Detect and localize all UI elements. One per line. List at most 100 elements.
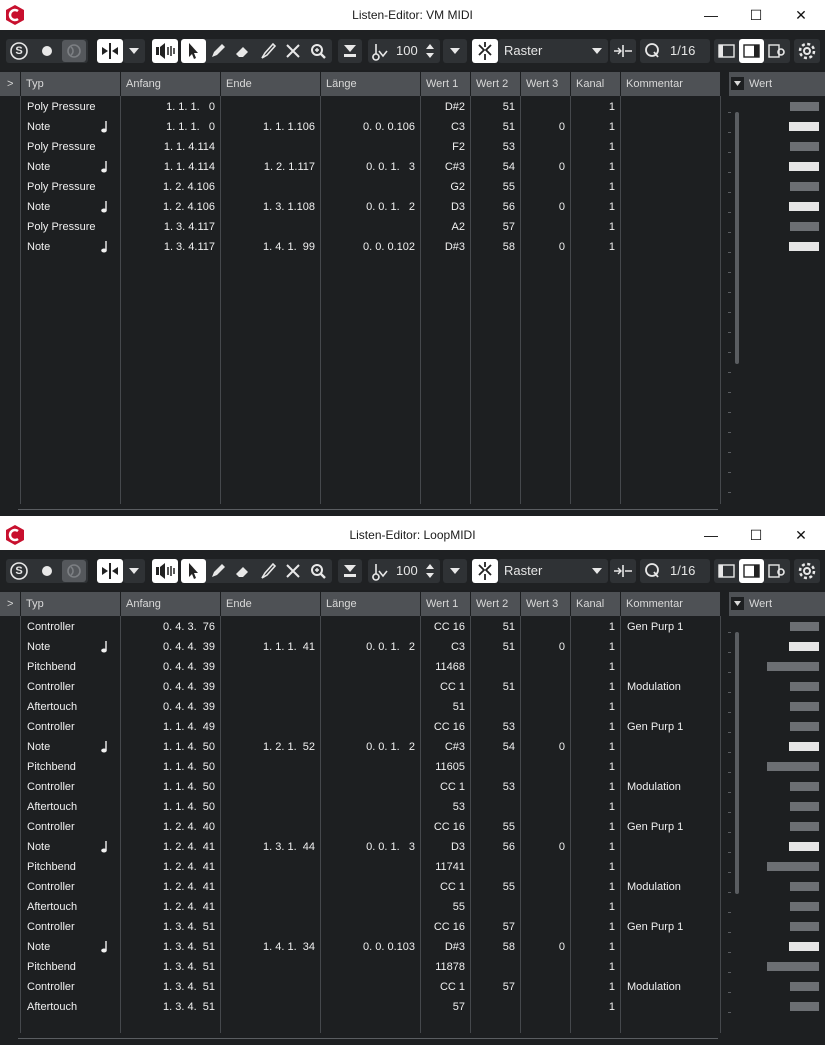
insert-mode-dropdown[interactable] xyxy=(123,39,145,63)
column-header-wert-3[interactable]: Wert 3 xyxy=(521,72,570,96)
event-list[interactable]: Poly Pressure 1. 1. 1. 0 D#2 51 1 Note 1. 1. 1… xyxy=(0,96,721,504)
insert-mode-button[interactable] xyxy=(97,39,123,63)
table-row[interactable]: Note 1. 3. 4.117 1. 4. 1. 99 0. 0. 0.102 D#3… xyxy=(0,237,720,257)
table-row[interactable]: Pitchbend 1. 1. 4. 50 11605 1 xyxy=(0,757,720,777)
velocity-dropdown[interactable] xyxy=(443,39,467,63)
velocity-dropdown[interactable] xyxy=(443,559,467,583)
setup-window-layout-button[interactable] xyxy=(764,39,789,63)
column-header-kanal[interactable]: Kanal xyxy=(571,72,620,96)
value-bar[interactable] xyxy=(790,882,819,891)
value-bar[interactable] xyxy=(790,782,819,791)
table-row[interactable]: Poly Pressure 1. 2. 4.106 G2 55 1 xyxy=(0,177,720,197)
monitor-button[interactable] xyxy=(62,560,86,582)
table-row[interactable]: Poly Pressure 1. 1. 1. 0 D#2 51 1 xyxy=(0,97,720,117)
quantize-presets-control[interactable]: 1/16 xyxy=(640,559,710,583)
table-row[interactable]: Pitchbend 1. 3. 4. 51 11878 1 xyxy=(0,957,720,977)
column-header-l-nge[interactable]: Länge xyxy=(321,72,420,96)
apply-quantize-button[interactable] xyxy=(338,39,362,63)
insert-mode-button[interactable] xyxy=(97,559,123,583)
quantize-presets-control[interactable]: 1/16 xyxy=(640,39,710,63)
table-row[interactable]: Note 1. 2. 4.106 1. 3. 1.108 0. 0. 1. 2 D3 56… xyxy=(0,197,720,217)
table-row[interactable]: Note 1. 2. 4. 41 1. 3. 1. 44 0. 0. 1. 3 D3 56… xyxy=(0,837,720,857)
minimize-button[interactable]: — xyxy=(688,520,734,550)
setup-window-layout-button[interactable] xyxy=(764,559,789,583)
table-row[interactable]: Controller 1. 1. 4. 50 CC 1 53 1 Modulation xyxy=(0,777,720,797)
snap-toggle-button[interactable] xyxy=(472,559,498,583)
table-row[interactable]: Pitchbend 0. 4. 4. 39 11468 1 xyxy=(0,657,720,677)
column-header-kanal[interactable]: Kanal xyxy=(571,592,620,616)
table-row[interactable]: Controller 1. 2. 4. 40 CC 16 55 1 Gen Purp 1 xyxy=(0,817,720,837)
value-bar[interactable] xyxy=(790,622,819,631)
snap-type-dropdown[interactable]: Raster xyxy=(498,559,608,583)
value-bar[interactable] xyxy=(790,722,819,731)
value-bar[interactable] xyxy=(767,862,819,871)
value-bar[interactable] xyxy=(790,822,819,831)
event-list[interactable]: Controller 0. 4. 3. 76 CC 16 51 1 Gen Purp 1 N… xyxy=(0,616,721,1033)
select-tool[interactable] xyxy=(181,39,206,63)
value-bar[interactable] xyxy=(790,922,819,931)
table-row[interactable]: Controller 1. 2. 4. 41 CC 1 55 1 Modulation xyxy=(0,877,720,897)
expand-button[interactable]: > xyxy=(0,592,20,616)
maximize-button[interactable]: ☐ xyxy=(733,0,779,30)
record-button[interactable] xyxy=(36,40,58,62)
value-bar[interactable] xyxy=(767,762,819,771)
expand-button[interactable]: > xyxy=(0,72,20,96)
column-header-wert-1[interactable]: Wert 1 xyxy=(421,592,470,616)
erase-tool[interactable] xyxy=(231,559,256,583)
close-button[interactable]: ✕ xyxy=(778,0,824,30)
delete-tool[interactable] xyxy=(281,39,306,63)
value-bar[interactable] xyxy=(767,662,819,671)
vertical-scrollbar[interactable] xyxy=(735,112,739,364)
table-row[interactable]: Pitchbend 1. 2. 4. 41 11741 1 xyxy=(0,857,720,877)
value-bar[interactable] xyxy=(790,182,819,191)
draw-tool[interactable] xyxy=(206,559,231,583)
value-bar[interactable] xyxy=(790,902,819,911)
insert-velocity-control[interactable]: 100 xyxy=(368,39,440,63)
table-row[interactable]: Note 1. 1. 4.114 1. 2. 1.117 0. 0. 1. 3 C#3 5… xyxy=(0,157,720,177)
snap-toggle-button[interactable] xyxy=(472,39,498,63)
column-header-ende[interactable]: Ende xyxy=(221,592,320,616)
column-header-anfang[interactable]: Anfang xyxy=(121,592,220,616)
monitor-button[interactable] xyxy=(62,40,86,62)
maximize-button[interactable]: ☐ xyxy=(733,520,779,550)
table-row[interactable]: Aftertouch 1. 1. 4. 50 53 1 xyxy=(0,797,720,817)
table-row[interactable]: Aftertouch 1. 3. 4. 51 57 1 xyxy=(0,997,720,1017)
column-header-typ[interactable]: Typ xyxy=(21,72,120,96)
draw-tool[interactable] xyxy=(206,39,231,63)
value-panel[interactable] xyxy=(724,616,825,1033)
column-header-ende[interactable]: Ende xyxy=(221,72,320,96)
velocity-spinner[interactable] xyxy=(423,559,437,583)
column-header-typ[interactable]: Typ xyxy=(21,592,120,616)
left-zone-toggle[interactable] xyxy=(714,559,739,583)
solo-button[interactable]: S xyxy=(8,560,30,582)
erase-tool[interactable] xyxy=(231,39,256,63)
record-button[interactable] xyxy=(36,560,58,582)
table-row[interactable]: Controller 1. 3. 4. 51 CC 16 57 1 Gen Purp 1 xyxy=(0,917,720,937)
vertical-scrollbar[interactable] xyxy=(735,632,739,894)
value-panel-dropdown[interactable] xyxy=(731,77,744,90)
value-bar[interactable] xyxy=(789,942,819,951)
table-row[interactable]: Controller 0. 4. 4. 39 CC 1 51 1 Modulation xyxy=(0,677,720,697)
table-row[interactable]: Aftertouch 1. 2. 4. 41 55 1 xyxy=(0,897,720,917)
value-bar[interactable] xyxy=(789,642,819,651)
mute-tool[interactable] xyxy=(256,39,281,63)
insert-velocity-control[interactable]: 100 xyxy=(368,559,440,583)
column-header-wert-2[interactable]: Wert 2 xyxy=(471,592,520,616)
column-header-l-nge[interactable]: Länge xyxy=(321,592,420,616)
insert-mode-dropdown[interactable] xyxy=(123,559,145,583)
left-zone-toggle[interactable] xyxy=(714,39,739,63)
right-zone-toggle[interactable] xyxy=(739,559,764,583)
value-bar[interactable] xyxy=(790,802,819,811)
value-bar[interactable] xyxy=(789,742,819,751)
table-row[interactable]: Note 1. 1. 1. 0 1. 1. 1.106 0. 0. 0.106 C3 51… xyxy=(0,117,720,137)
solo-button[interactable]: S xyxy=(8,40,30,62)
table-row[interactable]: Controller 1. 1. 4. 49 CC 16 53 1 Gen Purp 1 xyxy=(0,717,720,737)
value-bar[interactable] xyxy=(767,962,819,971)
velocity-value[interactable]: 100 xyxy=(396,559,418,583)
value-bar[interactable] xyxy=(790,682,819,691)
horizontal-scroll-track[interactable] xyxy=(18,1038,718,1039)
value-bar[interactable] xyxy=(790,702,819,711)
value-bar[interactable] xyxy=(790,102,819,111)
table-row[interactable]: Controller 1. 3. 4. 51 CC 1 57 1 Modulation xyxy=(0,977,720,997)
select-tool[interactable] xyxy=(181,559,206,583)
